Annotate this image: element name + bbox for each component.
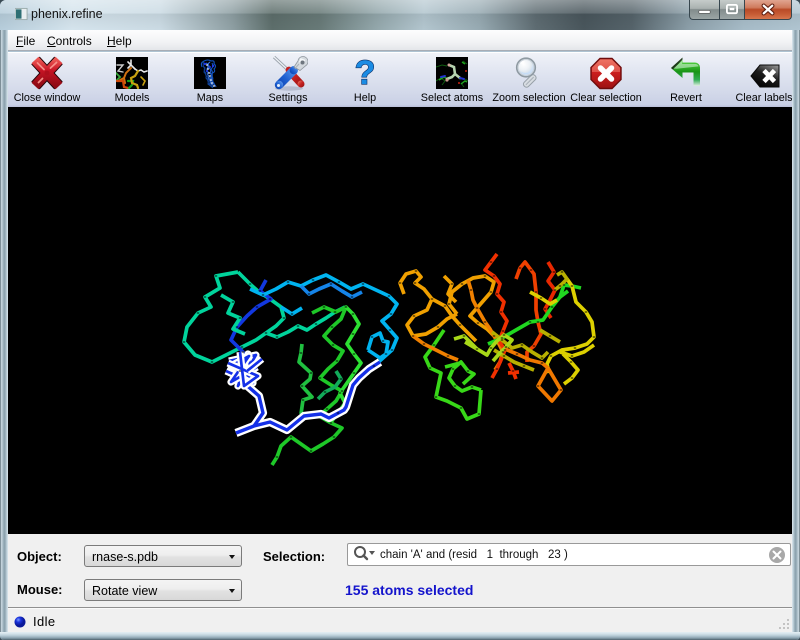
svg-text:?: ? (355, 56, 376, 90)
